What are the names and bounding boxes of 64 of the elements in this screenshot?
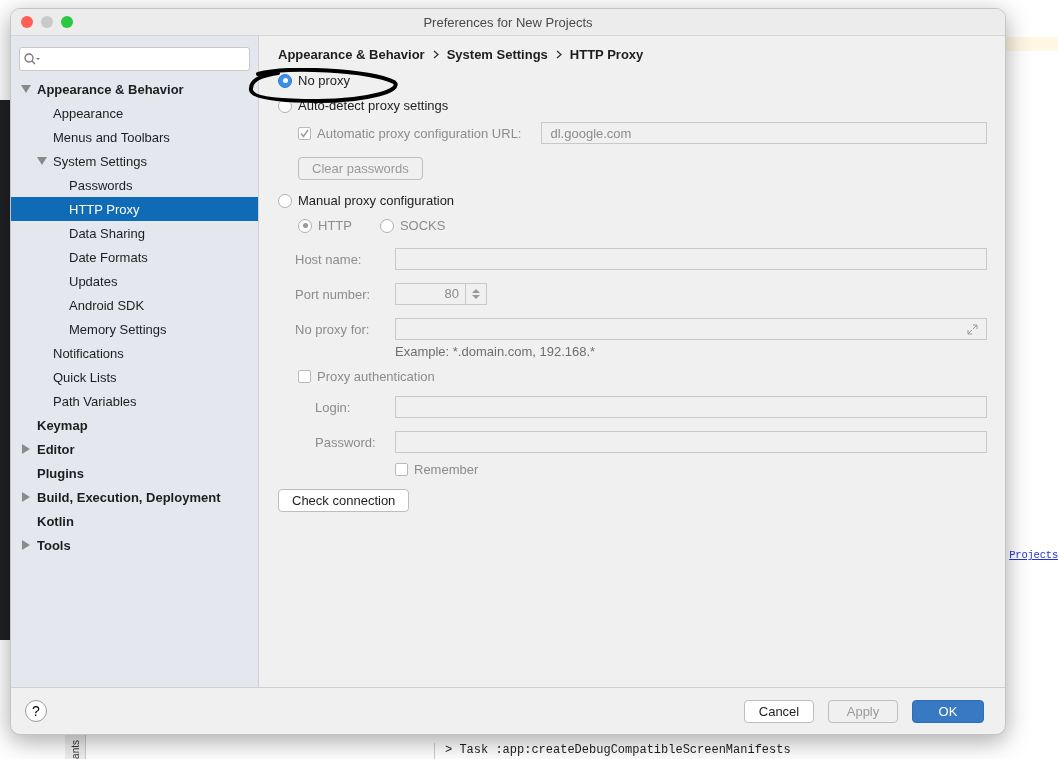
expand-icon[interactable] (967, 323, 978, 335)
help-button[interactable]: ? (25, 700, 47, 722)
projects-link[interactable]: Projects (1009, 549, 1058, 561)
breadcrumb-item[interactable]: System Settings (446, 46, 548, 62)
sidebar-item[interactable]: HTTP Proxy (11, 197, 258, 221)
example-text: Example: *.domain.com, 192.168.* (395, 343, 596, 361)
sidebar-item[interactable]: Passwords (11, 173, 258, 197)
sidebar-item[interactable]: Keymap (11, 413, 258, 437)
field-label: No proxy for: (295, 321, 371, 337)
search-icon (24, 53, 40, 65)
expanded-arrow-icon[interactable] (21, 84, 31, 94)
field-label: Login: (315, 399, 352, 415)
sidebar-item[interactable]: Menus and Toolbars (11, 125, 258, 149)
sidebar-item[interactable]: Data Sharing (11, 221, 258, 245)
sidebar-item[interactable]: Plugins (11, 461, 258, 485)
sidebar-item[interactable]: Path Variables (11, 389, 258, 413)
sidebar-item[interactable]: Appearance (11, 101, 258, 125)
maximize-icon[interactable] (61, 16, 73, 28)
side-tab[interactable]: ants (65, 735, 86, 759)
sidebar-item[interactable]: Date Formats (11, 245, 258, 269)
sidebar-item[interactable]: Kotlin (11, 509, 258, 533)
collapsed-arrow-icon[interactable] (21, 444, 31, 454)
search-field[interactable] (19, 47, 250, 71)
sidebar-item[interactable]: Updates (11, 269, 258, 293)
breadcrumb-item[interactable]: Appearance & Behavior (278, 46, 425, 62)
sidebar-item[interactable]: Appearance & Behavior (11, 77, 258, 101)
current-line-highlight (1006, 37, 1058, 51)
minimize-icon[interactable] (41, 16, 53, 28)
proxy-mode-radio[interactable]: Manual proxy configuration (278, 188, 987, 213)
host-name-field[interactable] (395, 248, 987, 270)
checkbox-label: Remember (414, 461, 479, 477)
breadcrumb-item[interactable]: HTTP Proxy (569, 46, 644, 62)
dialog-button[interactable]: OK (912, 699, 984, 723)
window-title: Preferences for New Projects (423, 14, 593, 30)
chevron-icon (432, 49, 439, 59)
close-icon[interactable] (21, 16, 33, 28)
radio-icon[interactable] (278, 193, 292, 208)
stepper-icon[interactable] (472, 288, 480, 300)
dialog-button[interactable]: Cancel (744, 699, 814, 723)
sidebar-item[interactable]: Memory Settings (11, 317, 258, 341)
password-field[interactable] (395, 431, 987, 453)
radio-icon[interactable] (278, 73, 292, 88)
sidebar-item[interactable]: Android SDK (11, 293, 258, 317)
chevron-icon (555, 49, 562, 59)
console-line: > Task :app:createDebugCompatibleScreenManifests (434, 743, 791, 759)
proxy-mode-radio[interactable]: Auto-detect proxy settings (278, 93, 987, 118)
login-field[interactable] (395, 396, 987, 418)
collapsed-arrow-icon[interactable] (21, 492, 31, 502)
collapsed-arrow-icon[interactable] (21, 540, 31, 550)
checkbox-label: Automatic proxy configuration URL: (317, 125, 522, 141)
sidebar-item[interactable]: Editor (11, 437, 258, 461)
no-proxy-field[interactable] (395, 318, 987, 340)
checkbox-label: Proxy authentication (317, 368, 435, 384)
proxy-mode-radio[interactable]: No proxy (278, 68, 987, 93)
sidebar-item[interactable]: Quick Lists (11, 365, 258, 389)
field-label: Password: (315, 434, 377, 450)
check-connection-button[interactable]: Check connection (278, 488, 410, 512)
sidebar-item[interactable]: Notifications (11, 341, 258, 365)
field-label: Host name: (295, 251, 363, 267)
sidebar-item[interactable]: Tools (11, 533, 258, 557)
expanded-arrow-icon[interactable] (37, 156, 47, 166)
sidebar-item[interactable]: System Settings (11, 149, 258, 173)
field-label: Port number: (295, 286, 372, 302)
sidebar-item[interactable]: Build, Execution, Deployment (11, 485, 258, 509)
